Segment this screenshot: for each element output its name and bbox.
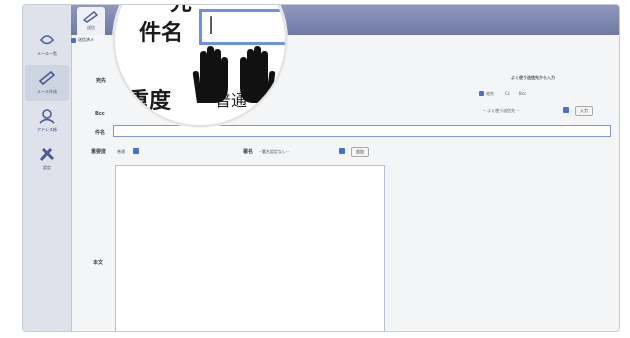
sent-note-label: 送信済メ [78,37,94,42]
importance-value[interactable]: 普通 [117,149,125,155]
sidebar-item-label: 設定 [43,165,51,170]
sidebar-item-label: メール一覧 [37,51,57,56]
send-tab[interactable]: 送信 [77,7,105,35]
signature-select[interactable]: --署名設定なし-- [259,149,289,155]
signature-add-button[interactable]: 追加 [351,147,369,157]
hand-icon [192,46,228,103]
signature-dropdown-icon[interactable] [339,148,345,154]
frequent-select[interactable]: -- よく使う送信先 -- [483,108,519,114]
lens-importance-fragment: 重度 [127,88,172,114]
bcc-label: Bcc [95,111,105,117]
lens-subject-input: | [199,9,285,45]
sidebar: メール一覧 メール作成 アドレス帳 設定 [23,5,72,331]
signature-label: 署名 [243,149,254,155]
mail-compose-icon [38,70,56,86]
sidebar-item-mail-compose[interactable]: メール作成 [25,65,69,101]
frequent-option-bcc[interactable]: Bcc [519,91,526,96]
sidebar-item-address-book[interactable]: アドレス帳 [25,103,69,139]
hand-icon [240,46,276,103]
frequent-input-button[interactable]: 入力 [575,106,593,116]
importance-label: 重要度 [91,149,107,155]
sidebar-item-settings[interactable]: 設定 [25,141,69,177]
sidebar-item-mail-list[interactable]: メール一覧 [25,27,69,63]
sent-checkbox[interactable] [71,37,76,43]
sidebar-item-label: アドレス帳 [37,127,57,132]
frequent-title: よく使う送信先から入力 [511,75,555,80]
subject-label: 件名 [95,130,106,136]
body-textarea[interactable] [115,165,385,331]
sent-note[interactable]: 送信済メ [71,37,94,43]
address-book-icon [39,109,55,124]
body-label: 本文 [93,260,104,266]
frequent-to-radio[interactable] [479,91,484,96]
frequent-option-to[interactable]: 宛先 [486,91,494,97]
frequent-option-cc[interactable]: Cc [505,91,510,96]
frequent-dropdown-icon[interactable] [563,107,569,113]
mail-list-icon [39,35,55,45]
sidebar-item-label: メール作成 [37,89,57,94]
zoom-lens: 先 件名 | 重度 普通 [113,4,287,127]
lens-divider [115,4,285,5]
app-window: メール一覧 メール作成 アドレス帳 設定 送信 送信済メ 宛先 Bcc 件名 重… [22,4,620,332]
settings-icon [39,147,55,162]
importance-dropdown-icon[interactable] [133,148,139,154]
lens-subject-label: 件名 [139,20,184,46]
subject-input[interactable] [113,125,611,137]
lens-cursor: | [208,14,215,35]
send-icon [82,11,99,23]
send-tab-label: 送信 [87,25,95,30]
to-label: 宛先 [96,78,107,84]
